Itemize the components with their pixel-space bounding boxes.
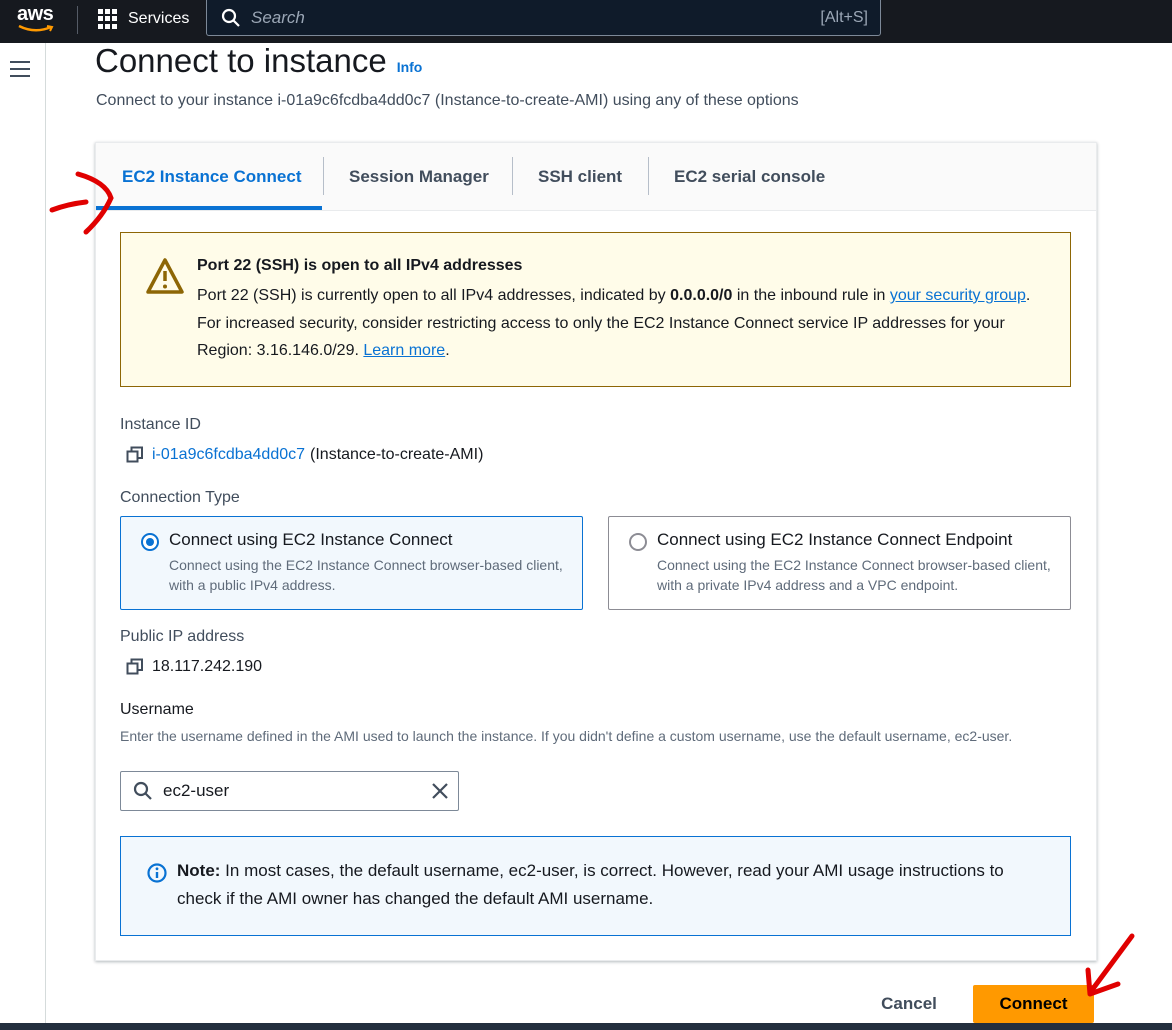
connection-option-description: Connect using the EC2 Instance Connect b… — [657, 557, 1051, 593]
global-search[interactable]: [Alt+S] — [206, 0, 881, 36]
security-group-link[interactable]: your security group — [890, 287, 1026, 304]
instance-name: (Instance-to-create-AMI) — [310, 446, 484, 463]
tab-ec2-serial-console[interactable]: EC2 serial console — [674, 143, 825, 211]
tab-divider — [512, 157, 513, 195]
info-note-alert: Note: In most cases, the default usernam… — [120, 836, 1071, 936]
services-menu-button[interactable]: Services — [98, 8, 189, 30]
tab-ec2-instance-connect[interactable]: EC2 Instance Connect — [122, 143, 302, 211]
active-tab-indicator — [96, 206, 322, 210]
search-shortcut-hint: [Alt+S] — [820, 8, 868, 26]
warning-text: . — [445, 342, 450, 359]
note-message: Note: In most cases, the default usernam… — [177, 857, 1047, 913]
public-ip-label: Public IP address — [120, 628, 245, 645]
services-grid-icon — [98, 9, 118, 29]
connection-option-title: Connect using EC2 Instance Connect Endpo… — [657, 530, 1013, 549]
username-input[interactable] — [163, 781, 422, 801]
public-ip-value-row: 18.117.242.190 — [126, 658, 262, 676]
username-field[interactable] — [120, 771, 459, 811]
clear-input-button[interactable] — [422, 773, 458, 809]
side-navigation-rail — [0, 43, 46, 1023]
tab-divider — [323, 157, 324, 195]
username-label: Username — [120, 701, 194, 718]
radio-button[interactable] — [629, 533, 647, 551]
connection-option-instance-connect[interactable]: Connect using EC2 Instance Connect Conne… — [120, 516, 583, 610]
warning-title: Port 22 (SSH) is open to all IPv4 addres… — [197, 257, 523, 274]
warning-alert: Port 22 (SSH) is open to all IPv4 addres… — [120, 232, 1071, 387]
tab-divider — [648, 157, 649, 195]
tab-session-manager[interactable]: Session Manager — [349, 143, 489, 211]
tab-ssh-client[interactable]: SSH client — [538, 143, 622, 211]
services-label: Services — [128, 10, 190, 27]
search-input[interactable] — [251, 7, 821, 28]
connection-type-label: Connection Type — [120, 489, 240, 506]
search-icon — [133, 781, 152, 800]
info-link[interactable]: Info — [397, 59, 423, 75]
warning-cidr: 0.0.0.0/0 — [670, 287, 733, 304]
warning-text: in the inbound rule in — [732, 287, 890, 304]
annotation-arrow-tab — [49, 171, 114, 235]
tab-list: EC2 Instance Connect Session Manager SSH… — [96, 143, 1096, 211]
connection-option-instance-connect-endpoint[interactable]: Connect using EC2 Instance Connect Endpo… — [608, 516, 1071, 610]
search-icon — [221, 8, 240, 27]
instance-id-label: Instance ID — [120, 416, 201, 433]
aws-smile-icon — [18, 25, 54, 32]
connection-option-description: Connect using the EC2 Instance Connect b… — [169, 557, 563, 593]
note-label: Note: — [177, 861, 221, 880]
nav-divider — [77, 6, 78, 34]
bottom-bar — [0, 1023, 1172, 1030]
connect-button[interactable]: Connect — [973, 985, 1094, 1023]
public-ip-value: 18.117.242.190 — [152, 658, 263, 675]
page-description: Connect to your instance i-01a9c6fcdba4d… — [96, 92, 799, 109]
aws-logo[interactable]: aws — [14, 3, 58, 33]
annotation-arrow-connect — [1085, 933, 1135, 997]
info-icon — [147, 863, 167, 883]
instance-id-link[interactable]: i-01a9c6fcdba4dd0c7 — [152, 446, 305, 464]
cancel-button[interactable]: Cancel — [860, 985, 958, 1023]
note-body: In most cases, the default username, ec2… — [177, 861, 1004, 908]
warning-message: Port 22 (SSH) is currently open to all I… — [197, 282, 1047, 365]
close-icon — [432, 783, 448, 799]
warning-icon — [146, 258, 184, 294]
learn-more-link[interactable]: Learn more — [363, 342, 445, 359]
page-title-text: Connect to instance — [95, 42, 387, 79]
page-title: Connect to instance Info — [95, 42, 422, 80]
top-navigation: aws Services [Alt+S] — [0, 0, 1172, 43]
connection-option-title: Connect using EC2 Instance Connect — [169, 530, 453, 549]
menu-icon[interactable] — [10, 61, 30, 77]
instance-id-value: i-01a9c6fcdba4dd0c7 (Instance-to-create-… — [126, 446, 483, 464]
radio-button-selected[interactable] — [141, 533, 159, 551]
username-help-text: Enter the username defined in the AMI us… — [120, 728, 1013, 744]
connect-options-container: EC2 Instance Connect Session Manager SSH… — [95, 142, 1097, 961]
warning-text: Port 22 (SSH) is currently open to all I… — [197, 287, 671, 304]
copy-icon[interactable] — [126, 658, 144, 676]
copy-icon[interactable] — [126, 446, 144, 464]
